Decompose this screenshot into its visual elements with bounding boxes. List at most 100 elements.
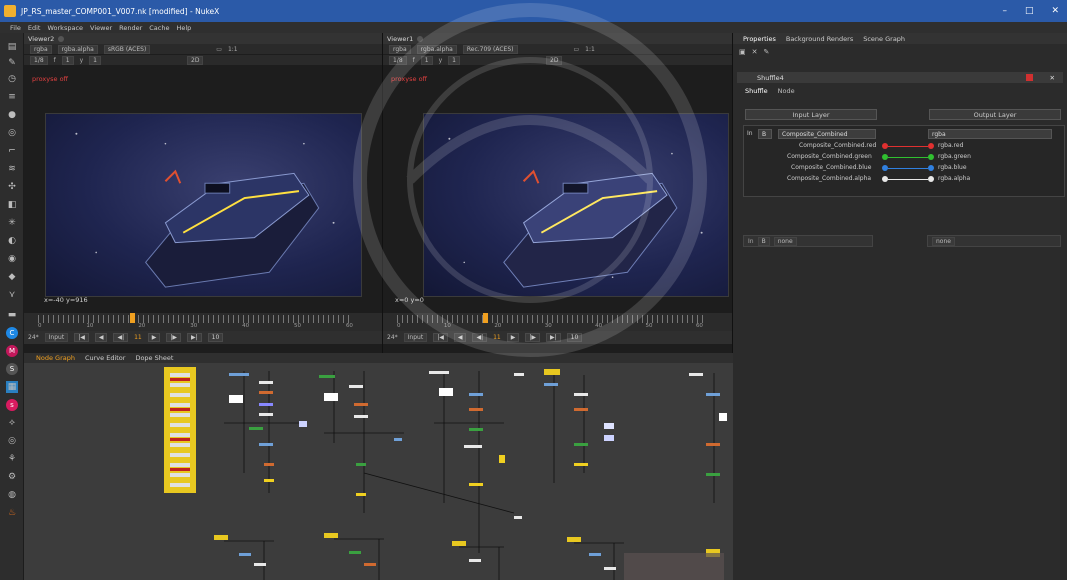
settings-icon[interactable]: ◍ (6, 489, 18, 501)
filter-icon[interactable]: ◎ (6, 127, 18, 139)
menu-edit[interactable]: Edit (28, 24, 41, 32)
views-icon[interactable]: ◉ (6, 253, 18, 265)
roi-icon[interactable]: ▭ (574, 46, 580, 53)
viewer-icon[interactable]: ▤ (6, 41, 18, 53)
second-output-dropdown[interactable]: none (932, 236, 955, 246)
fps-field[interactable]: 24* (28, 334, 39, 341)
gamma-field[interactable]: 1 (448, 55, 460, 65)
viewer-right-tab-name[interactable]: Viewer1 (387, 35, 413, 43)
playhead-marker[interactable] (483, 313, 488, 323)
proxy-dropdown[interactable]: 1/8 (389, 55, 407, 65)
menu-workspace[interactable]: Workspace (47, 24, 83, 32)
view-mode-dropdown[interactable]: 2D (187, 55, 204, 65)
furnace-icon[interactable]: C (6, 327, 18, 339)
minimize-button[interactable]: – (1002, 6, 1007, 16)
first-frame-button[interactable]: |◀ (74, 333, 89, 342)
input-dropdown[interactable]: Input (44, 333, 69, 342)
second-input-dropdown[interactable]: none (773, 236, 797, 246)
backdrop-node[interactable] (544, 369, 560, 375)
zoom-label[interactable]: 1:1 (228, 46, 238, 53)
gizmo-icon[interactable]: ⟡ (6, 417, 18, 429)
chair-icon[interactable]: ⚘ (6, 453, 18, 465)
roi-icon[interactable]: ▭ (216, 46, 222, 53)
viewer-right-image[interactable] (423, 113, 729, 297)
prev-key-button[interactable]: ◀ (453, 333, 467, 342)
alpha-dropdown[interactable]: rgba.alpha (416, 44, 457, 54)
tab-shuffle[interactable]: Shuffle (745, 87, 768, 95)
first-frame-button[interactable]: |◀ (433, 333, 448, 342)
maximize-button[interactable]: □ (1025, 6, 1034, 16)
tab-curve-editor[interactable]: Curve Editor (85, 354, 125, 362)
node-graph-canvas[interactable] (24, 363, 733, 580)
prev-frame-button[interactable]: ◀| (472, 333, 488, 342)
timeline-right[interactable]: 0 10 20 30 40 50 60 (383, 313, 732, 331)
draw-icon[interactable]: ✎ (6, 57, 18, 69)
viewer-right-tab[interactable]: Viewer1 (383, 33, 732, 44)
close-icon[interactable]: ✕ (1050, 74, 1055, 82)
current-frame[interactable]: 11 (493, 334, 501, 341)
video-icon[interactable]: ◎ (6, 435, 18, 447)
input-layer-dropdown[interactable]: Composite_Combined (778, 129, 876, 139)
colorspace-dropdown[interactable]: sRGB (ACES) (103, 44, 151, 54)
gain-field[interactable]: 1 (61, 55, 74, 65)
deep-icon[interactable]: ◐ (6, 235, 18, 247)
menu-viewer[interactable]: Viewer (90, 24, 112, 32)
tab-properties[interactable]: Properties (743, 35, 776, 43)
prev-key-button[interactable]: ◀ (94, 333, 108, 342)
gamma-field[interactable]: 1 (89, 55, 101, 65)
script-icon[interactable]: s (6, 399, 18, 411)
fps-field[interactable]: 24* (387, 334, 398, 341)
step-field[interactable]: 10 (566, 333, 583, 342)
clear-panels-icon[interactable]: ✕ (752, 48, 758, 56)
next-frame-button[interactable]: |▶ (525, 333, 540, 342)
viewer-left-tab[interactable]: Viewer2 (24, 33, 382, 44)
metadata-icon[interactable]: ◆ (6, 271, 18, 283)
gear-icon[interactable]: ⚙ (6, 471, 18, 483)
other-icon[interactable]: ▬ (6, 309, 18, 321)
close-icon[interactable] (417, 35, 424, 42)
tab-dope-sheet[interactable]: Dope Sheet (135, 354, 173, 362)
time-icon[interactable]: ◷ (6, 73, 18, 85)
viewer-left-tab-name[interactable]: Viewer2 (28, 35, 54, 43)
play-button[interactable]: ▶ (147, 333, 161, 342)
tab-node[interactable]: Node (778, 87, 795, 95)
current-frame[interactable]: 11 (134, 334, 142, 341)
toolsets-icon[interactable]: ⋎ (6, 289, 18, 301)
viewer-left-image[interactable] (45, 113, 362, 297)
second-in-index-dropdown[interactable]: B (757, 236, 770, 246)
node-graph-minimap[interactable] (624, 553, 724, 580)
output-layer-dropdown[interactable]: rgba (928, 129, 1052, 139)
transform-icon[interactable]: ✣ (6, 181, 18, 193)
view-mode-dropdown[interactable]: 2D (546, 55, 563, 65)
cara-icon[interactable]: M (6, 345, 18, 357)
alpha-dropdown[interactable]: rgba.alpha (57, 44, 98, 54)
keyer-icon[interactable]: ⌐ (6, 145, 18, 157)
flame-icon[interactable]: ♨ (6, 507, 18, 519)
node-name[interactable]: Shuffle4 (757, 74, 784, 82)
image-icon[interactable]: ▦ (6, 381, 18, 393)
output-knob-alpha[interactable] (928, 176, 934, 182)
step-field[interactable]: 10 (207, 333, 224, 342)
menu-file[interactable]: File (10, 24, 21, 32)
zoom-label[interactable]: 1:1 (585, 46, 595, 53)
3d-icon[interactable]: ◧ (6, 199, 18, 211)
menu-cache[interactable]: Cache (149, 24, 169, 32)
playhead-marker[interactable] (130, 313, 135, 323)
merge-icon[interactable]: ≋ (6, 163, 18, 175)
tab-background-renders[interactable]: Background Renders (786, 35, 853, 43)
channels-dropdown[interactable]: rgba (389, 44, 411, 54)
last-frame-button[interactable]: ▶| (187, 333, 202, 342)
ocula-icon[interactable]: S (6, 363, 18, 375)
tab-scene-graph[interactable]: Scene Graph (863, 35, 905, 43)
in-index-dropdown[interactable]: B (758, 129, 772, 139)
close-icon[interactable] (58, 35, 65, 42)
particles-icon[interactable]: ✳ (6, 217, 18, 229)
output-knob-red[interactable] (928, 143, 934, 149)
close-button[interactable]: ✕ (1051, 6, 1059, 16)
menu-render[interactable]: Render (119, 24, 142, 32)
channel-icon[interactable]: ≡ (6, 91, 18, 103)
menu-help[interactable]: Help (176, 24, 191, 32)
output-knob-green[interactable] (928, 154, 934, 160)
input-dropdown[interactable]: Input (403, 333, 428, 342)
proxy-dropdown[interactable]: 1/8 (30, 55, 48, 65)
